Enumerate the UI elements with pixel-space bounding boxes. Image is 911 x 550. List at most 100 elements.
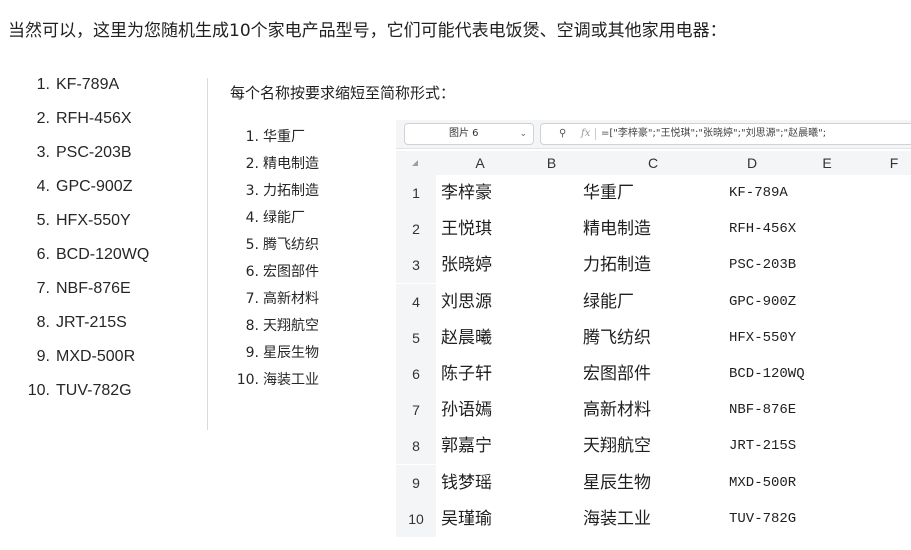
- model-number: 5.: [36, 212, 50, 229]
- short-name-item: 4. 绿能厂: [233, 205, 383, 232]
- short-name: 精电制造: [263, 156, 319, 172]
- cell-c[interactable]: 海装工业: [583, 501, 651, 537]
- formula-input[interactable]: ⚲ fx =["李梓豪";"王悦琪";"张晓婷";"刘思源";"赵晨曦";: [540, 123, 911, 145]
- short-name-item: 7. 高新材料: [233, 286, 383, 313]
- model-code: HFX-550Y: [56, 212, 131, 229]
- cell-c[interactable]: 星辰生物: [583, 465, 651, 501]
- table-row: 9 钱梦瑶 星辰生物 MXD-500R: [396, 464, 911, 501]
- column-header-row: A B C D E F: [396, 151, 911, 175]
- model-item: 10. TUV-782G: [20, 374, 205, 408]
- cell-c[interactable]: 天翔航空: [583, 428, 651, 464]
- cell-e[interactable]: BCD-120WQ: [729, 356, 805, 392]
- fx-icon[interactable]: fx: [581, 124, 590, 144]
- row-header[interactable]: 5: [396, 319, 436, 356]
- model-code: NBF-876E: [56, 280, 131, 297]
- short-name-item: 6. 宏图部件: [233, 259, 383, 286]
- row-header[interactable]: 2: [396, 211, 436, 248]
- select-all-corner[interactable]: [396, 151, 436, 175]
- short-name-item: 5. 腾飞纺织: [233, 232, 383, 259]
- short-name-number: 2.: [245, 156, 259, 172]
- short-name: 绿能厂: [263, 210, 305, 226]
- cell-e[interactable]: RFH-456X: [729, 211, 796, 247]
- table-row: 3 张晓婷 力拓制造 PSC-203B: [396, 247, 911, 284]
- cell-c[interactable]: 腾飞纺织: [583, 320, 651, 356]
- table-row: 4 刘思源 绿能厂 GPC-900Z: [396, 283, 911, 320]
- formula-separator: [595, 128, 596, 140]
- model-code: BCD-120WQ: [56, 246, 150, 263]
- short-name-number: 7.: [245, 291, 259, 307]
- formula-text[interactable]: =["李梓豪";"王悦琪";"张晓婷";"刘思源";"赵晨曦";: [601, 124, 826, 144]
- cell-a[interactable]: 刘思源: [441, 284, 492, 320]
- cell-a[interactable]: 陈子轩: [441, 356, 492, 392]
- model-number: 3.: [36, 144, 50, 161]
- name-box[interactable]: 图片 6 ⌄: [404, 123, 534, 145]
- row-header[interactable]: 8: [396, 428, 436, 465]
- cell-a[interactable]: 赵晨曦: [441, 320, 492, 356]
- row-header[interactable]: 10: [396, 500, 436, 537]
- cell-a[interactable]: 张晓婷: [441, 247, 492, 283]
- cell-a[interactable]: 李梓豪: [441, 175, 492, 211]
- model-number: 7.: [36, 280, 50, 297]
- short-name: 华重厂: [263, 129, 305, 145]
- cell-e[interactable]: JRT-215S: [729, 428, 796, 464]
- cell-c[interactable]: 宏图部件: [583, 356, 651, 392]
- model-number: 9.: [36, 348, 50, 365]
- table-row: 5 赵晨曦 腾飞纺织 HFX-550Y: [396, 319, 911, 356]
- cell-e[interactable]: PSC-203B: [729, 247, 796, 283]
- cell-a[interactable]: 郭嘉宁: [441, 428, 492, 464]
- column-header-f[interactable]: F: [877, 151, 911, 175]
- short-name-title: 每个名称按要求缩短至简称形式：: [230, 84, 456, 102]
- short-name-item: 2. 精电制造: [233, 151, 383, 178]
- row-header[interactable]: 7: [396, 392, 436, 429]
- cell-a[interactable]: 王悦琪: [441, 211, 492, 247]
- column-header-e[interactable]: E: [777, 151, 877, 175]
- short-name: 力拓制造: [263, 183, 319, 199]
- table-row: 7 孙语嫣 高新材料 NBF-876E: [396, 392, 911, 429]
- cell-c[interactable]: 华重厂: [583, 175, 634, 211]
- chevron-down-icon[interactable]: ⌄: [519, 124, 527, 144]
- cell-c[interactable]: 绿能厂: [583, 284, 634, 320]
- row-header[interactable]: 4: [396, 283, 436, 320]
- model-number: 4.: [36, 178, 50, 195]
- cell-a[interactable]: 钱梦瑶: [441, 465, 492, 501]
- short-name-number: 4.: [245, 210, 259, 226]
- column-header-a[interactable]: A: [436, 151, 524, 175]
- short-name-item: 3. 力拓制造: [233, 178, 383, 205]
- short-name-item: 10. 海装工业: [233, 367, 383, 394]
- model-code: JRT-215S: [56, 314, 127, 331]
- column-header-d[interactable]: D: [727, 151, 777, 175]
- zoom-icon[interactable]: ⚲: [559, 124, 566, 144]
- short-name-item: 1. 华重厂: [233, 124, 383, 151]
- cell-e[interactable]: GPC-900Z: [729, 284, 796, 320]
- model-number: 10.: [27, 382, 50, 399]
- model-item: 7. NBF-876E: [20, 272, 205, 306]
- row-header[interactable]: 3: [396, 247, 436, 284]
- model-code: MXD-500R: [56, 348, 136, 365]
- cell-c[interactable]: 精电制造: [583, 211, 651, 247]
- short-name-item: 9. 星辰生物: [233, 340, 383, 367]
- short-name: 宏图部件: [263, 264, 319, 280]
- cell-e[interactable]: MXD-500R: [729, 465, 796, 501]
- row-header[interactable]: 1: [396, 175, 436, 211]
- row-header[interactable]: 9: [396, 464, 436, 501]
- cell-e[interactable]: TUV-782G: [729, 501, 796, 537]
- cell-e[interactable]: KF-789A: [729, 175, 788, 211]
- row-header[interactable]: 6: [396, 355, 436, 392]
- table-row: 10 吴瑾瑜 海装工业 TUV-782G: [396, 500, 911, 537]
- model-code: RFH-456X: [56, 110, 132, 127]
- short-name: 腾飞纺织: [263, 237, 319, 253]
- cell-c[interactable]: 力拓制造: [583, 247, 651, 283]
- name-box-value: 图片 6: [449, 128, 479, 139]
- cell-a[interactable]: 吴瑾瑜: [441, 501, 492, 537]
- cell-a[interactable]: 孙语嫣: [441, 392, 492, 428]
- cell-e[interactable]: NBF-876E: [729, 392, 796, 428]
- formula-bar: 图片 6 ⌄ ⚲ fx =["李梓豪";"王悦琪";"张晓婷";"刘思源";"赵…: [396, 120, 911, 149]
- cell-c[interactable]: 高新材料: [583, 392, 651, 428]
- sheet-rows: 1 李梓豪 华重厂 KF-789A 2 王悦琪 精电制造 RFH-456X 3 …: [396, 175, 911, 537]
- column-header-b[interactable]: B: [524, 151, 579, 175]
- cell-e[interactable]: HFX-550Y: [729, 320, 796, 356]
- column-header-c[interactable]: C: [579, 151, 727, 175]
- short-name-number: 3.: [245, 183, 259, 199]
- model-number: 8.: [36, 314, 50, 331]
- model-item: 8. JRT-215S: [20, 306, 205, 340]
